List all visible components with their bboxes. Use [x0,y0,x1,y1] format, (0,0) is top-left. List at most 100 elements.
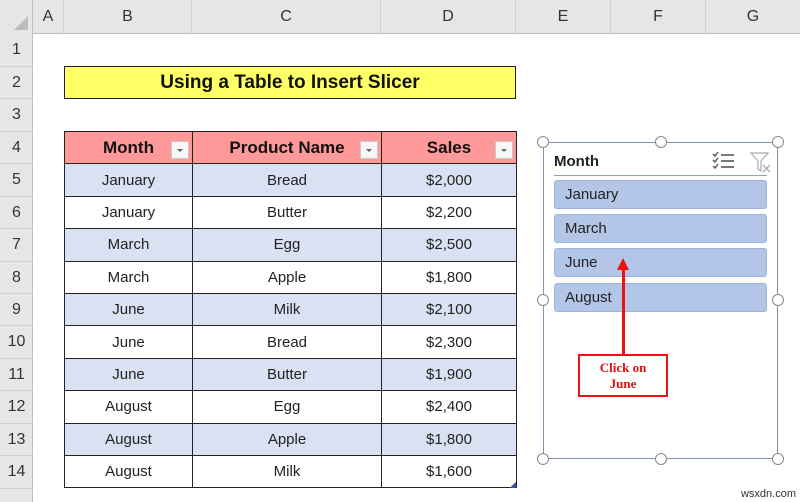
month-filter-dropdown-icon[interactable] [171,141,189,159]
cell-sales[interactable]: $2,500 [381,228,517,262]
row-header-12[interactable]: 12 [0,391,33,424]
resize-handle-bottom-left[interactable] [537,453,549,465]
table-row: August Egg $2,400 [64,390,517,424]
resize-handle-middle-left[interactable] [537,294,549,306]
annotation-arrow-line [622,268,625,354]
column-header-e[interactable]: E [516,0,611,34]
header-sales[interactable]: Sales [381,130,517,165]
cell-sales[interactable]: $1,900 [381,357,517,392]
data-table: Month Product Name Sales January Bread $2,… [64,130,517,489]
row-header-14[interactable]: 14 [0,456,33,489]
cell-sales[interactable]: $1,600 [381,454,517,489]
cell-sales[interactable]: $2,300 [381,325,517,359]
product-name-filter-dropdown-icon[interactable] [360,141,378,159]
cell-product-name[interactable]: Bread [192,325,382,359]
row-header-4[interactable]: 4 [0,132,33,164]
table-row: January Butter $2,200 [64,195,517,230]
header-month[interactable]: Month [64,130,193,165]
cell-month[interactable]: August [64,454,193,489]
cell-product-name[interactable]: Butter [192,357,382,392]
cell-product-name[interactable]: Milk [192,292,382,327]
cell-month[interactable]: January [64,195,193,230]
header-product-name-label: Product Name [229,137,345,157]
cell-month[interactable]: August [64,422,193,456]
cell-sales[interactable]: $2,400 [381,390,517,424]
slicer-item-label: June [565,254,598,271]
row-header-9[interactable]: 9 [0,294,33,326]
slicer-item-june[interactable]: June [554,248,767,277]
cell-sales[interactable]: $1,800 [381,260,517,294]
cell-product-name[interactable]: Egg [192,228,382,262]
cell-month[interactable]: March [64,228,193,262]
annotation-line-2: June [609,375,637,391]
row-header-11[interactable]: 11 [0,359,33,391]
slicer-item-label: January [565,186,619,203]
row-header-13[interactable]: 13 [0,424,33,456]
cell-sales[interactable]: $1,800 [381,422,517,456]
multi-select-icon[interactable] [712,151,736,171]
resize-handle-top-center[interactable] [655,136,667,148]
cell-product-name[interactable]: Milk [192,454,382,489]
slicer-header: Month [554,149,771,176]
table-row: June Butter $1,900 [64,357,517,392]
watermark: wsxdn.com [740,488,796,500]
row-header-10[interactable]: 10 [0,326,33,359]
month-slicer[interactable]: Month January March June August [543,142,778,459]
cell-month[interactable]: June [64,292,193,327]
resize-handle-middle-right[interactable] [772,294,784,306]
sales-filter-dropdown-icon[interactable] [495,141,513,159]
slicer-item-august[interactable]: August [554,283,767,312]
resize-handle-bottom-right[interactable] [772,453,784,465]
annotation-callout: Click on June [578,354,668,397]
column-header-d[interactable]: D [381,0,516,34]
cell-month[interactable]: March [64,260,193,294]
slicer-item-label: August [565,289,612,306]
table-row: June Bread $2,300 [64,325,517,359]
table-row: August Apple $1,800 [64,422,517,456]
cell-month[interactable]: June [64,325,193,359]
select-all-triangle-icon [14,16,28,30]
header-product-name[interactable]: Product Name [192,130,382,165]
row-header-3[interactable]: 3 [0,99,33,132]
resize-handle-top-left[interactable] [537,136,549,148]
cell-product-name[interactable]: Egg [192,390,382,424]
clear-filter-icon[interactable] [750,151,772,173]
table-header-row: Month Product Name Sales [64,130,517,165]
cell-product-name[interactable]: Apple [192,422,382,456]
select-all-button[interactable] [0,0,33,34]
resize-handle-bottom-center[interactable] [655,453,667,465]
cell-sales[interactable]: $2,100 [381,292,517,327]
cell-sales[interactable]: $2,200 [381,195,517,230]
slicer-item-january[interactable]: January [554,180,767,209]
column-header-f[interactable]: F [611,0,706,34]
title-cell[interactable]: Using a Table to Insert Slicer [64,66,516,99]
table-row: March Apple $1,800 [64,260,517,294]
row-header-6[interactable]: 6 [0,197,33,229]
annotation-arrow-head-icon [617,258,629,270]
row-header-7[interactable]: 7 [0,229,33,262]
cell-sales[interactable]: $2,000 [381,163,517,197]
header-month-label: Month [103,137,154,157]
column-header-c[interactable]: C [192,0,381,34]
slicer-item-label: March [565,220,607,237]
cell-product-name[interactable]: Apple [192,260,382,294]
row-header-1[interactable]: 1 [0,34,33,67]
cell-product-name[interactable]: Bread [192,163,382,197]
table-row: January Bread $2,000 [64,163,517,197]
cell-month[interactable]: August [64,390,193,424]
cell-month[interactable]: June [64,357,193,392]
cell-month[interactable]: January [64,163,193,197]
row-header-5[interactable]: 5 [0,164,33,197]
row-header-8[interactable]: 8 [0,262,33,294]
column-header-b[interactable]: B [64,0,192,34]
table-row: March Egg $2,500 [64,228,517,262]
table-resize-handle[interactable] [510,482,516,488]
row-header-2[interactable]: 2 [0,67,33,99]
column-header-a[interactable]: A [33,0,64,34]
column-header-g[interactable]: G [706,0,800,34]
cell-product-name[interactable]: Butter [192,195,382,230]
table-row: June Milk $2,100 [64,292,517,327]
slicer-item-march[interactable]: March [554,214,767,243]
resize-handle-top-right[interactable] [772,136,784,148]
header-sales-label: Sales [426,137,472,157]
